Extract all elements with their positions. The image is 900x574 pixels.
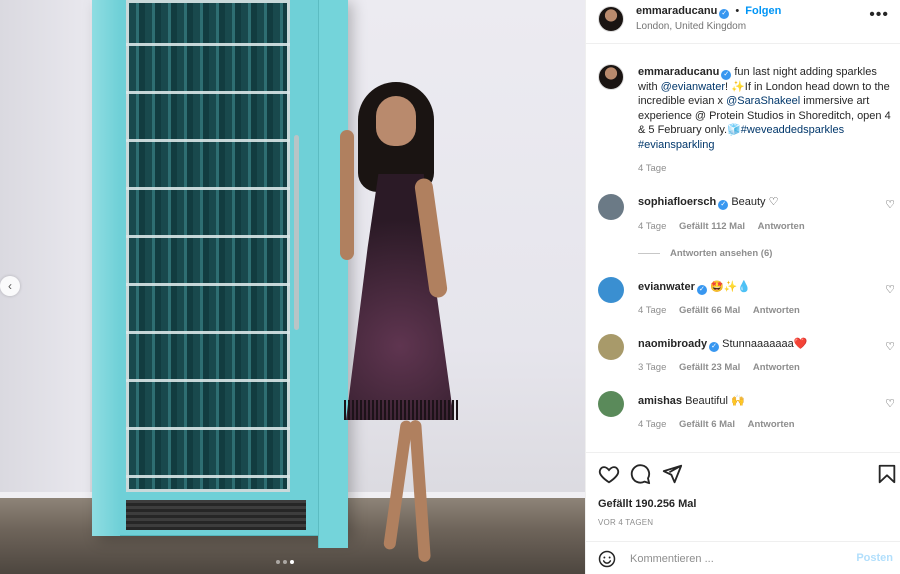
post-caption: emmaraducanu ✓ fun last night adding spar… — [638, 65, 893, 176]
comment-text: Beauty ♡ — [731, 196, 779, 208]
comment-input[interactable] — [630, 550, 840, 568]
post-date[interactable]: VOR 4 TAGEN — [598, 518, 653, 527]
comment-bar: Posten — [586, 541, 900, 574]
carousel-dot — [283, 560, 287, 564]
comment-likes[interactable]: Gefällt 112 Mal — [679, 221, 745, 232]
comment-username[interactable]: naomibroady — [638, 338, 707, 350]
hashtag-link[interactable]: #eviansparkling — [638, 139, 714, 151]
post-header: emmaraducanu ✓ • Folgen London, United Ki… — [586, 0, 900, 44]
carousel-dot — [276, 560, 280, 564]
person — [340, 82, 470, 574]
verified-icon: ✓ — [718, 200, 729, 210]
reply-button[interactable]: Antworten — [753, 305, 800, 316]
instagram-post: ‹ emmaraducanu ✓ • Folgen London, United … — [0, 0, 900, 574]
carousel-dot-active — [290, 560, 294, 564]
emoji-icon[interactable] — [598, 550, 616, 568]
comment-likes[interactable]: Gefällt 6 Mal — [679, 419, 735, 430]
carousel-prev-button[interactable]: ‹ — [0, 276, 20, 296]
avatar[interactable] — [598, 6, 624, 32]
caption-time[interactable]: 4 Tage — [638, 162, 893, 176]
caption-avatar[interactable] — [598, 64, 624, 90]
mention-link[interactable]: @SaraShakeel — [726, 95, 800, 107]
avatar[interactable] — [598, 277, 624, 303]
heart-icon[interactable] — [598, 463, 620, 485]
reply-button[interactable]: Antworten — [758, 221, 805, 232]
avatar[interactable] — [598, 391, 624, 417]
comment-icon[interactable] — [629, 463, 651, 485]
post-location[interactable]: London, United Kingdom — [636, 21, 746, 32]
comment-like-icon[interactable]: ♡ — [885, 283, 895, 296]
avatar[interactable] — [598, 194, 624, 220]
comment-likes[interactable]: Gefällt 66 Mal — [679, 305, 740, 316]
reply-button[interactable]: Antworten — [753, 362, 800, 373]
comment-time[interactable]: 4 Tage — [638, 305, 666, 316]
view-replies-button[interactable]: Antworten ansehen (6) — [638, 248, 772, 259]
fridge-handle — [294, 135, 299, 330]
follow-button[interactable]: Folgen — [745, 5, 781, 17]
comment-username[interactable]: sophiafloersch — [638, 196, 716, 208]
verified-icon: ✓ — [709, 342, 720, 352]
share-icon[interactable] — [661, 463, 683, 485]
comment-text: 🤩✨💧 — [709, 281, 752, 293]
author-username[interactable]: emmaraducanu — [636, 5, 717, 17]
reply-button[interactable]: Antworten — [748, 419, 795, 430]
comment-text: Beautiful 🙌 — [685, 395, 745, 407]
comment-time[interactable]: 4 Tage — [638, 221, 666, 232]
post-panel: emmaraducanu ✓ • Folgen London, United Ki… — [585, 0, 900, 574]
bookmark-icon[interactable] — [876, 463, 898, 485]
comment-username[interactable]: evianwater — [638, 281, 695, 293]
more-icon[interactable]: ••• — [869, 6, 889, 24]
chevron-left-icon: ‹ — [8, 279, 12, 293]
hashtag-link[interactable]: #weveaddedsparkles — [741, 124, 844, 136]
comment-like-icon[interactable]: ♡ — [885, 397, 895, 410]
post-comment-button[interactable]: Posten — [856, 552, 893, 564]
wall — [0, 0, 90, 500]
comment-like-icon[interactable]: ♡ — [885, 340, 895, 353]
comment-likes[interactable]: Gefällt 23 Mal — [679, 362, 740, 373]
comment-time[interactable]: 4 Tage — [638, 419, 666, 430]
comment-like-icon[interactable]: ♡ — [885, 198, 895, 211]
comment-time[interactable]: 3 Tage — [638, 362, 666, 373]
verified-icon: ✓ — [721, 70, 732, 80]
avatar[interactable] — [598, 334, 624, 360]
like-count[interactable]: Gefällt 190.256 Mal — [598, 498, 696, 510]
verified-icon: ✓ — [719, 9, 730, 19]
carousel-indicator — [276, 560, 294, 564]
verified-icon: ✓ — [696, 285, 707, 295]
comment-username[interactable]: amishas — [638, 395, 682, 407]
post-actions: Gefällt 190.256 Mal VOR 4 TAGEN Posten — [586, 452, 900, 574]
mention-link[interactable]: @evianwater — [661, 81, 725, 93]
caption-username[interactable]: emmaraducanu — [638, 66, 719, 78]
comment-text: Stunnaaaaaaa❤️ — [722, 338, 808, 350]
post-photo[interactable]: ‹ — [0, 0, 585, 574]
